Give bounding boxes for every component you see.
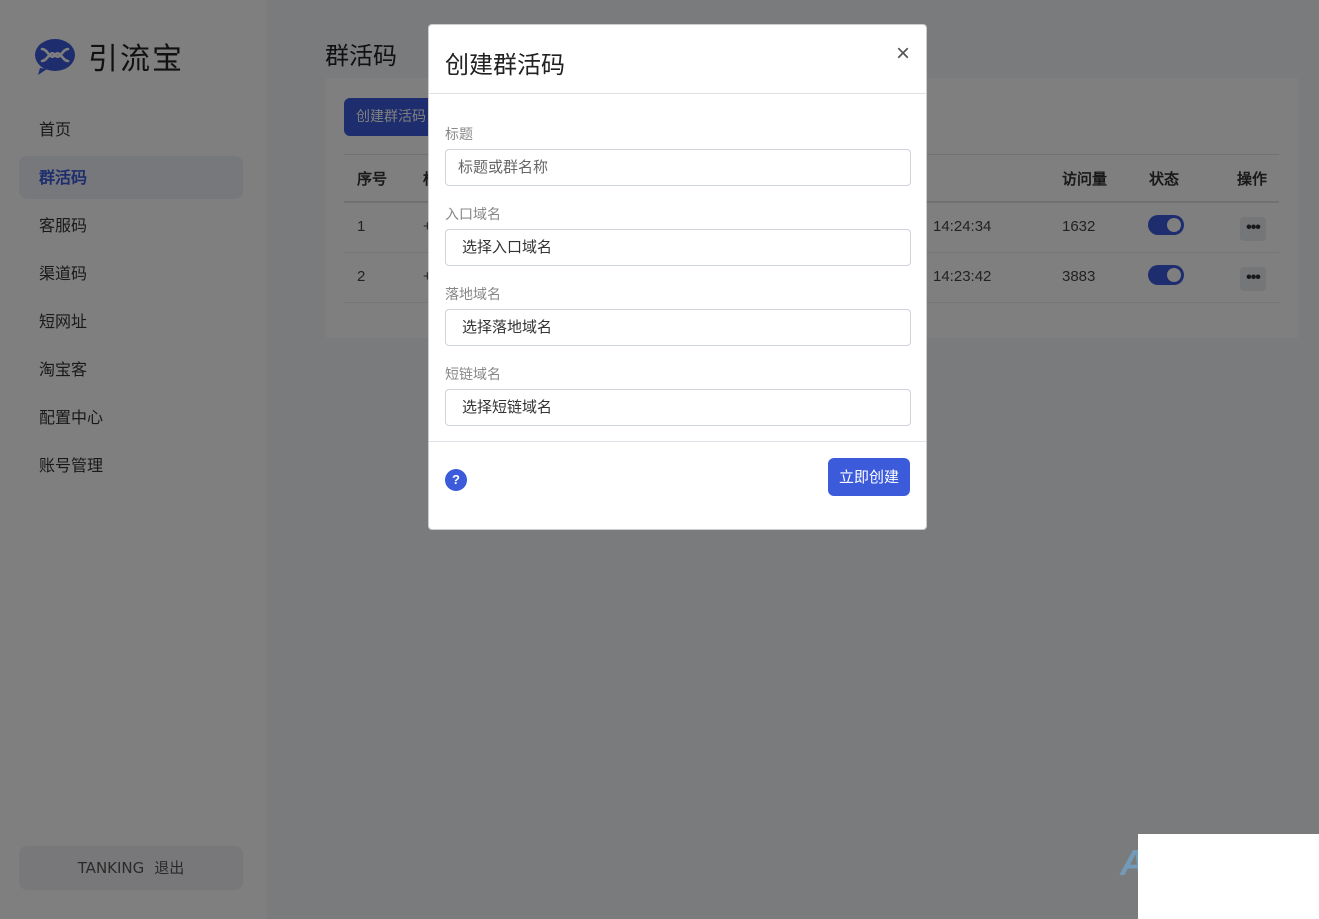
entry-domain-select[interactable]: 选择入口域名: [445, 229, 911, 266]
modal-title: 创建群活码: [445, 51, 565, 79]
landing-domain-select[interactable]: 选择落地域名: [445, 309, 911, 346]
short-domain-select[interactable]: 选择短链域名: [445, 389, 911, 426]
title-label: 标题: [445, 127, 473, 143]
modal-header: 创建群活码 ×: [429, 25, 926, 94]
close-icon[interactable]: ×: [896, 41, 910, 67]
help-icon[interactable]: ?: [445, 469, 467, 491]
landing-domain-label: 落地域名: [445, 287, 501, 303]
create-now-button[interactable]: 立即创建: [827, 458, 910, 496]
short-domain-label: 短链域名: [445, 367, 501, 383]
corner-blank-area: [1138, 834, 1319, 919]
title-input[interactable]: 标题或群名称: [445, 149, 911, 186]
entry-domain-label: 入口域名: [445, 207, 501, 223]
create-group-qrcode-modal: 创建群活码 × 标题 标题或群名称 入口域名 选择入口域名 落地域名 选择落地域…: [428, 24, 927, 530]
modal-body: 标题 标题或群名称 入口域名 选择入口域名 落地域名 选择落地域名 短链域名 选…: [445, 125, 911, 445]
modal-footer: ? 立即创建: [429, 441, 926, 529]
